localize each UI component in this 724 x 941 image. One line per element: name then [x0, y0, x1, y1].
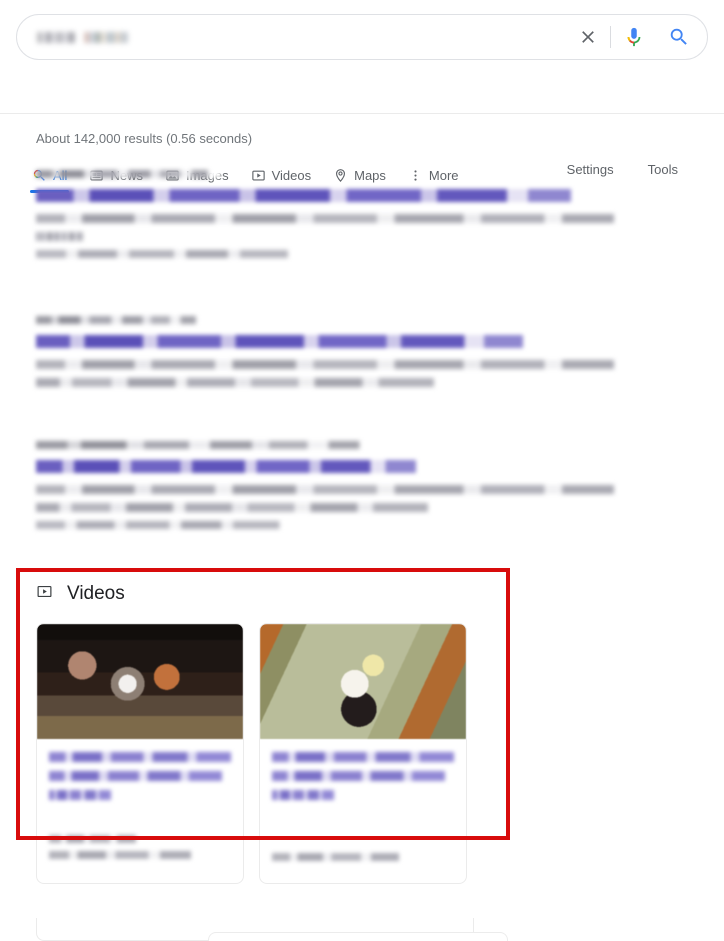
search-result-item[interactable]	[36, 170, 616, 267]
video-title-line-redacted	[272, 790, 334, 800]
result-meta-redacted	[36, 250, 336, 258]
next-module-card-edge	[208, 932, 508, 941]
video-icon	[36, 583, 53, 605]
videos-card-grid	[36, 623, 467, 884]
search-nav-bar: All News	[0, 78, 724, 193]
video-meta-line-redacted	[49, 851, 191, 859]
videos-module-header: Videos	[36, 583, 125, 605]
result-url-redacted	[36, 441, 384, 449]
search-result-item[interactable]	[36, 316, 616, 396]
result-snippet-line-redacted	[36, 503, 428, 512]
result-url-redacted	[36, 170, 221, 178]
video-meta-block	[260, 817, 466, 883]
tools-button[interactable]: Tools	[648, 162, 678, 177]
microphone-icon[interactable]	[611, 14, 657, 60]
video-title-line-redacted	[49, 771, 222, 781]
video-title-block[interactable]	[37, 739, 243, 817]
nav-bottom-divider	[0, 113, 724, 114]
search-submit-icon[interactable]	[657, 14, 707, 60]
result-snippet-line-redacted	[36, 214, 614, 223]
result-snippet-line-redacted	[36, 485, 614, 494]
video-thumbnail-2[interactable]	[260, 624, 466, 739]
result-snippet-line-redacted	[36, 378, 434, 387]
search-input[interactable]	[17, 15, 566, 59]
result-url-redacted	[36, 316, 208, 324]
video-meta-block	[37, 817, 243, 881]
result-title-redacted[interactable]	[36, 189, 571, 202]
video-meta-line-redacted	[49, 835, 137, 843]
video-title-line-redacted	[272, 752, 454, 762]
result-stats: About 142,000 results (0.56 seconds)	[36, 131, 253, 146]
result-snippet-line-redacted	[36, 232, 83, 241]
result-meta-redacted	[36, 521, 326, 529]
video-card[interactable]	[259, 623, 467, 884]
video-title-line-redacted	[49, 790, 111, 800]
close-icon[interactable]	[566, 14, 610, 60]
video-title-line-redacted	[272, 771, 445, 781]
videos-module-title: Videos	[67, 583, 125, 604]
search-query-text-redacted-2	[84, 31, 128, 43]
video-thumbnail-1[interactable]	[37, 624, 243, 739]
google-search-results-page: All News	[0, 0, 724, 941]
video-meta-line-redacted	[272, 853, 400, 861]
result-title-redacted[interactable]	[36, 335, 523, 348]
result-snippet-line-redacted	[36, 360, 614, 369]
video-card[interactable]	[36, 623, 244, 884]
video-title-line-redacted	[49, 752, 231, 762]
result-title-redacted[interactable]	[36, 460, 416, 473]
video-title-block[interactable]	[260, 739, 466, 817]
search-result-item[interactable]	[36, 441, 616, 538]
search-bar[interactable]	[16, 14, 708, 60]
search-query-text-redacted	[37, 31, 75, 43]
